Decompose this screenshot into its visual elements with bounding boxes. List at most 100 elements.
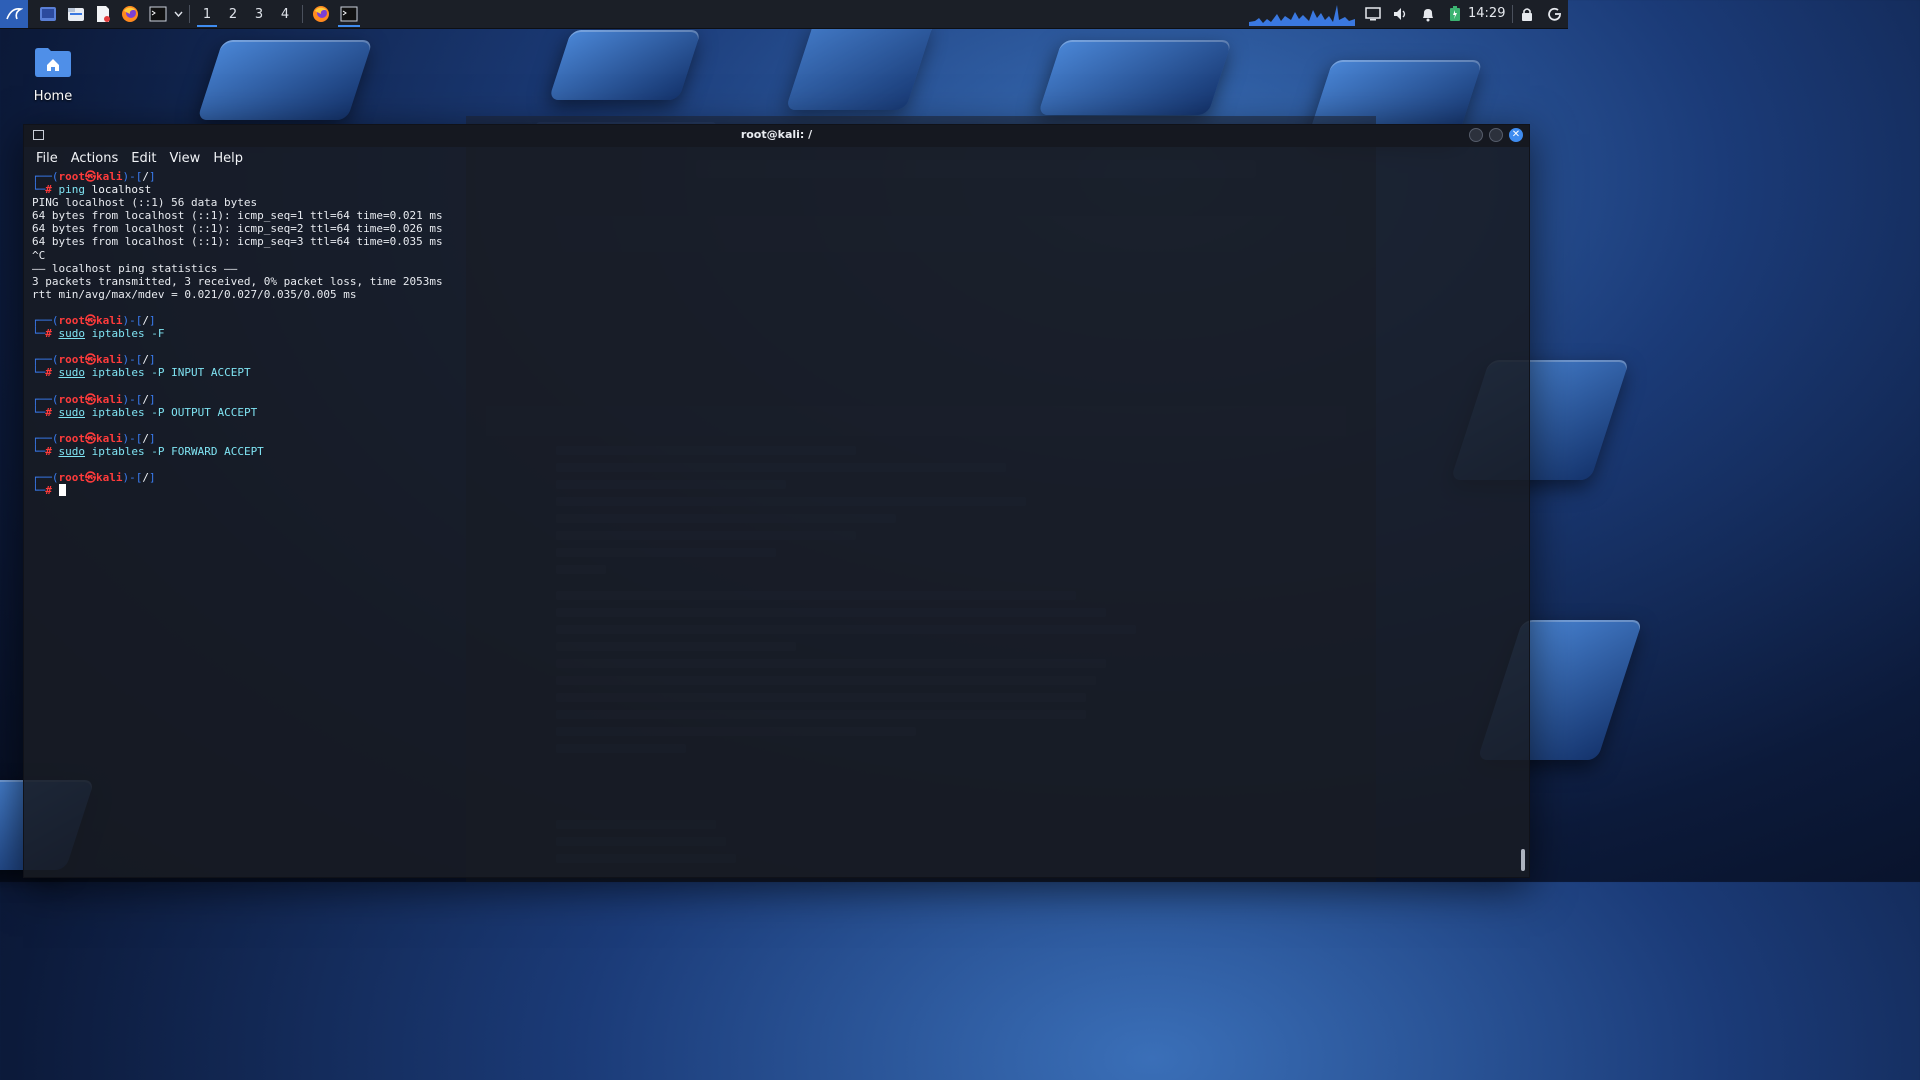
logout-icon[interactable]: [1543, 0, 1567, 28]
prompt-user: root: [58, 392, 86, 406]
show-desktop-icon[interactable]: [34, 0, 62, 28]
prompt-host: kali: [96, 392, 123, 406]
prompt-frame: ]: [149, 431, 156, 445]
command-args: localhost: [85, 183, 152, 197]
prompt-host: kali: [96, 471, 123, 485]
workspace-4[interactable]: 4: [272, 0, 298, 28]
output-line: 64 bytes from localhost (::1): icmp_seq=…: [32, 235, 443, 249]
menu-view[interactable]: View: [169, 151, 200, 166]
workspace-2[interactable]: 2: [220, 0, 246, 28]
prompt-frame: └─: [32, 484, 46, 498]
prompt-frame: ]: [149, 392, 156, 406]
command-line: └─# sudo iptables -P OUTPUT ACCEPT: [32, 406, 1519, 419]
prompt-line: ┌──(root㉿kali)-[/]: [32, 170, 1519, 183]
prompt-user: root: [58, 170, 86, 183]
task-terminal-icon[interactable]: [335, 0, 363, 28]
panel-separator: [302, 5, 303, 23]
firefox-icon[interactable]: [116, 0, 144, 28]
prompt-line: ┌──(root㉿kali)-[/]: [32, 353, 1519, 366]
notification-bell-icon[interactable]: [1416, 0, 1440, 28]
battery-icon[interactable]: [1444, 0, 1466, 28]
panel-separator: [189, 5, 190, 23]
text-editor-icon[interactable]: [90, 0, 116, 28]
command-name: ping: [58, 183, 86, 197]
file-manager-icon[interactable]: [62, 0, 90, 28]
prompt-frame: └─: [32, 366, 46, 380]
scrollbar[interactable]: [1521, 849, 1525, 871]
prompt-host: kali: [96, 431, 123, 445]
prompt-line: ┌──(root㉿kali)-[/]: [32, 314, 1519, 327]
command-args: iptables -P INPUT ACCEPT: [85, 366, 251, 380]
menu-edit[interactable]: Edit: [131, 151, 156, 166]
dropdown-icon[interactable]: [172, 0, 185, 28]
command-line: └─#: [32, 484, 1519, 497]
prompt-at: ㉿: [85, 353, 96, 367]
window-title: root@kali: /: [740, 128, 813, 141]
minimize-button[interactable]: [1469, 128, 1483, 142]
prompt-frame: )-[: [122, 314, 143, 328]
menu-actions[interactable]: Actions: [71, 151, 119, 166]
prompt-user: root: [58, 353, 86, 367]
home-label: Home: [33, 89, 73, 104]
command-args: iptables -F: [85, 327, 165, 341]
prompt-dir: /: [142, 314, 149, 328]
close-button[interactable]: ✕: [1509, 128, 1523, 142]
command-args: iptables -P FORWARD ACCEPT: [85, 444, 264, 458]
panel-clock[interactable]: 14:29: [1468, 0, 1505, 28]
output-line: rtt min/avg/max/mdev = 0.021/0.027/0.035…: [32, 287, 357, 301]
command-name: sudo: [58, 327, 86, 341]
prompt-at: ㉿: [85, 314, 96, 328]
terminal-menubar: File Actions Edit View Help: [24, 147, 243, 169]
prompt-hash: #: [45, 444, 59, 458]
output-line: —— localhost ping statistics ——: [32, 261, 238, 275]
lock-screen-icon[interactable]: [1516, 0, 1538, 28]
command-line: └─# sudo iptables -F: [32, 327, 1519, 340]
terminal-titlebar[interactable]: root@kali: / ✕: [24, 125, 1529, 147]
prompt-frame: ┌──(: [32, 431, 59, 445]
terminal-icon[interactable]: [144, 0, 172, 28]
panel-separator: [1512, 5, 1513, 23]
prompt-frame: ┌──(: [32, 314, 59, 328]
prompt-frame: )-[: [122, 170, 143, 183]
prompt-dir: /: [142, 170, 149, 183]
prompt-hash: #: [45, 405, 59, 419]
prompt-hash: #: [45, 327, 59, 341]
prompt-line: ┌──(root㉿kali)-[/]: [32, 471, 1519, 484]
task-firefox-icon[interactable]: [307, 0, 335, 28]
prompt-host: kali: [96, 353, 123, 367]
maximize-button[interactable]: [1489, 128, 1503, 142]
home-folder-icon: [35, 48, 71, 77]
prompt-frame: └─: [32, 405, 46, 419]
prompt-hash: #: [45, 484, 59, 498]
prompt-frame: ┌──(: [32, 170, 59, 183]
prompt-frame: ┌──(: [32, 392, 59, 406]
prompt-frame: ]: [149, 314, 156, 328]
workspace-1[interactable]: 1: [194, 0, 220, 28]
menu-help[interactable]: Help: [213, 151, 243, 166]
prompt-frame: )-[: [122, 471, 143, 485]
prompt-frame: )-[: [122, 431, 143, 445]
display-icon[interactable]: [1360, 0, 1386, 28]
output-line: 64 bytes from localhost (::1): icmp_seq=…: [32, 222, 443, 236]
volume-icon[interactable]: [1388, 0, 1414, 28]
output-line: 3 packets transmitted, 3 received, 0% pa…: [32, 274, 443, 288]
prompt-host: kali: [96, 170, 123, 183]
command-args: iptables -P OUTPUT ACCEPT: [85, 405, 258, 419]
prompt-frame: ┌──(: [32, 471, 59, 485]
prompt-hash: #: [45, 183, 59, 197]
kali-menu-icon[interactable]: [0, 0, 28, 28]
prompt-user: root: [58, 431, 86, 445]
terminal-window[interactable]: root@kali: / ✕ File Actions Edit View He…: [23, 124, 1530, 878]
terminal-output[interactable]: ┌──(root㉿kali)-[/] └─# ping localhost PING…: [32, 170, 1519, 877]
prompt-frame: ]: [149, 471, 156, 485]
prompt-frame: )-[: [122, 353, 143, 367]
prompt-user: root: [58, 314, 86, 328]
command-name: sudo: [58, 444, 86, 458]
menu-file[interactable]: File: [36, 151, 58, 166]
prompt-hash: #: [45, 366, 59, 380]
prompt-at: ㉿: [85, 471, 96, 485]
workspace-3[interactable]: 3: [246, 0, 272, 28]
output-line: PING localhost (::1) 56 data bytes: [32, 196, 258, 210]
